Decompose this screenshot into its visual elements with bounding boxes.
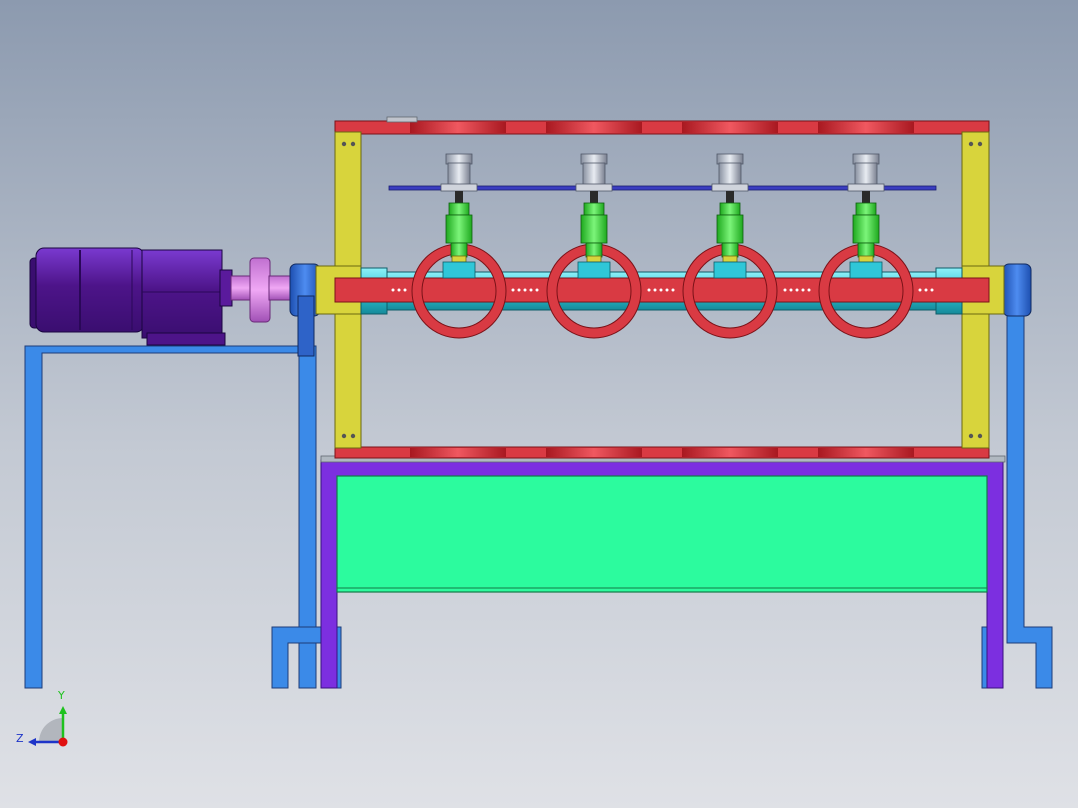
frame-bottom-rail: [334, 446, 990, 459]
actuator-assembly-3: [711, 153, 749, 279]
view-orientation-triad[interactable]: [28, 706, 68, 747]
triad-y-label: Y: [58, 689, 65, 702]
triad-plane-shade: [39, 718, 63, 742]
crank-bar: [334, 277, 990, 303]
actuator-assembly-4: [847, 153, 885, 279]
drive-motor: [29, 247, 233, 346]
triad-origin: [58, 737, 68, 747]
actuator-assembly-2: [575, 153, 613, 279]
right-bearing-block: [1002, 263, 1032, 317]
shaft-coupling: [230, 257, 294, 323]
frame-top-rail: [334, 116, 990, 135]
assembly-model[interactable]: [0, 0, 1078, 808]
triad-z-label: Z: [16, 732, 24, 745]
motor-support-stand: [24, 345, 342, 689]
cad-viewport[interactable]: Y Z: [0, 0, 1078, 808]
water-tank: [336, 475, 988, 593]
actuator-assembly-1: [440, 153, 478, 279]
